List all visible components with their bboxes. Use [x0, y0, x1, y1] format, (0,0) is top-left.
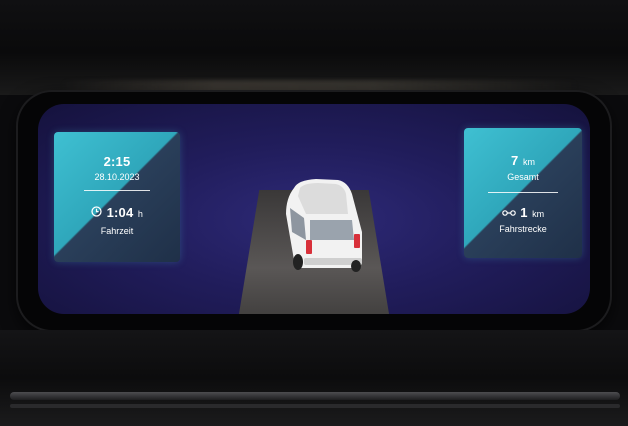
- panel-divider: [488, 192, 558, 193]
- dashboard-lower: [0, 330, 628, 426]
- date-text: 28.10.2023: [94, 172, 140, 182]
- duration-value: 1:04: [106, 205, 134, 221]
- duration-unit: h: [137, 209, 143, 220]
- instrument-cluster-display: 2:15 28.10.2023 1:04 h Fahrzeit 7 km Ges…: [38, 104, 590, 314]
- air-vent-trim: [10, 404, 620, 408]
- time-text: 2:15: [103, 154, 131, 169]
- total-distance-value: 7: [511, 153, 519, 168]
- total-distance-label: Gesamt: [507, 172, 539, 182]
- total-distance-unit: km: [522, 157, 535, 167]
- trip-distance-row: 1 km: [464, 204, 582, 222]
- clock-icon: [91, 204, 102, 222]
- van-icon: [276, 174, 368, 279]
- trip-time-panel[interactable]: 2:15 28.10.2023 1:04 h Fahrzeit: [54, 132, 180, 262]
- panel-divider: [84, 190, 150, 191]
- trip-distance-label: Fahrstrecke: [499, 224, 547, 234]
- total-distance-row: 7 km: [464, 152, 582, 170]
- distance-panel[interactable]: 7 km Gesamt 1 km Fahrstrecke: [464, 128, 582, 258]
- trip-distance-unit: km: [532, 209, 545, 220]
- air-vent-strip: [10, 392, 620, 400]
- trip-distance-value: 1: [520, 205, 528, 221]
- duration-label: Fahrzeit: [100, 226, 134, 236]
- duration-row: 1:04 h: [54, 204, 180, 222]
- route-icon: [502, 204, 516, 222]
